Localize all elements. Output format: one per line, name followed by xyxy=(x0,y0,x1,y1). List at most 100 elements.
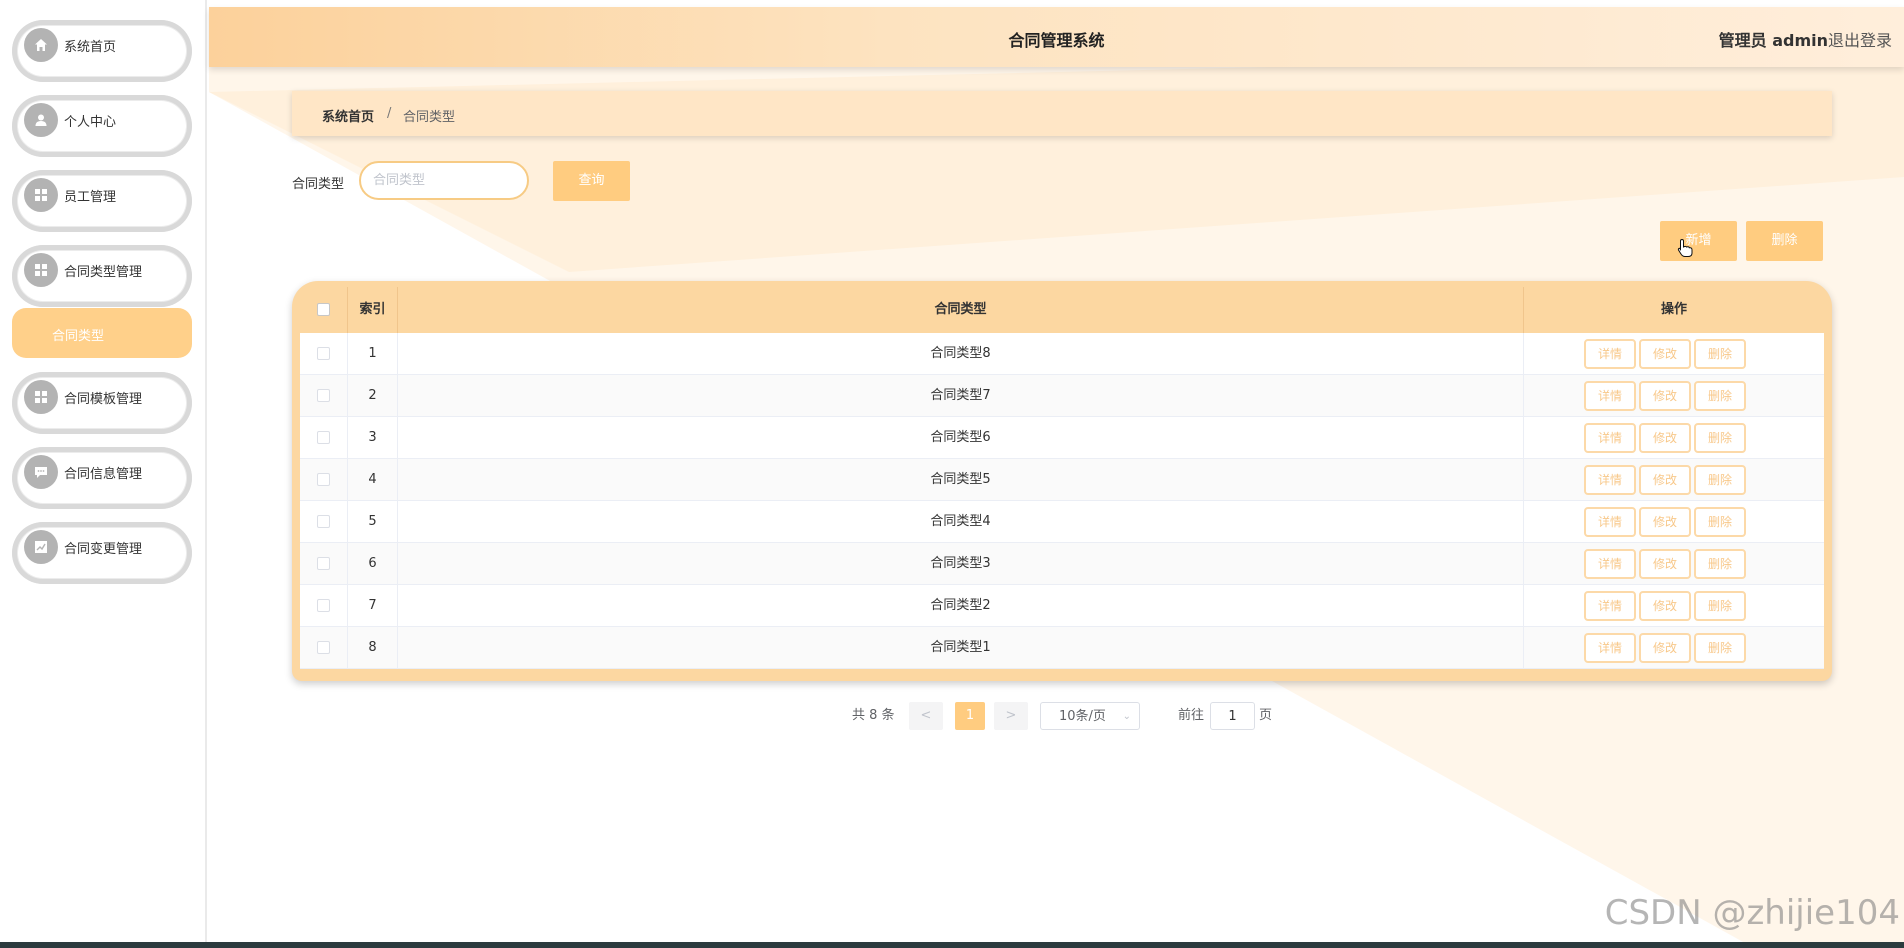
row-ops-cell: 详情 修改 删除 xyxy=(1524,501,1824,543)
grid-icon xyxy=(24,253,58,287)
edit-button[interactable]: 修改 xyxy=(1639,633,1691,663)
detail-button[interactable]: 详情 xyxy=(1584,549,1636,579)
sidebar-item-label: 员工管理 xyxy=(64,190,117,205)
sidebar-item-home[interactable]: 系统首页 xyxy=(12,20,192,82)
pagination-jump-input[interactable]: 1 xyxy=(1210,702,1255,730)
edit-button[interactable]: 修改 xyxy=(1639,507,1691,537)
row-contract-type: 合同类型3 xyxy=(398,543,1524,585)
row-delete-button[interactable]: 删除 xyxy=(1694,381,1746,411)
edit-button[interactable]: 修改 xyxy=(1639,591,1691,621)
row-contract-type: 合同类型4 xyxy=(398,501,1524,543)
row-checkbox[interactable] xyxy=(317,599,330,612)
data-table: 索引 合同类型 操作 1 合同类型8 详情 修改 删除 2 合同类型7 详情 修改 删除 3 合同类型… xyxy=(292,281,1832,681)
row-index: 1 xyxy=(348,333,398,375)
row-checkbox[interactable] xyxy=(317,515,330,528)
sidebar-item-contract-info-mgmt[interactable]: 合同信息管理 xyxy=(12,447,192,509)
row-contract-type: 合同类型6 xyxy=(398,417,1524,459)
query-button[interactable]: 查询 xyxy=(553,161,630,201)
row-select-cell xyxy=(300,417,348,459)
sidebar-item-staff[interactable]: 员工管理 xyxy=(12,170,192,232)
search-input[interactable] xyxy=(359,161,529,200)
row-checkbox[interactable] xyxy=(317,389,330,402)
row-index: 3 xyxy=(348,417,398,459)
sidebar-item-contract-change-mgmt[interactable]: 合同变更管理 xyxy=(12,522,192,584)
detail-button[interactable]: 详情 xyxy=(1584,381,1636,411)
app-title: 合同管理系统 xyxy=(1008,31,1105,50)
row-delete-button[interactable]: 删除 xyxy=(1694,465,1746,495)
edit-button[interactable]: 修改 xyxy=(1639,423,1691,453)
row-checkbox[interactable] xyxy=(317,557,330,570)
chart-icon xyxy=(24,530,58,564)
row-delete-button[interactable]: 删除 xyxy=(1694,423,1746,453)
row-delete-button[interactable]: 删除 xyxy=(1694,549,1746,579)
page-size-select[interactable]: 10条/页 ⌄ xyxy=(1040,702,1140,730)
row-index: 2 xyxy=(348,375,398,417)
row-select-cell xyxy=(300,543,348,585)
pagination-total: 共 8 条 xyxy=(852,708,895,723)
sidebar-item-label: 合同类型管理 xyxy=(64,265,143,280)
add-button[interactable]: 新增 xyxy=(1660,221,1737,261)
sidebar-item-contract-template-mgmt[interactable]: 合同模板管理 xyxy=(12,372,192,434)
breadcrumb-separator: / xyxy=(387,106,392,121)
edit-button[interactable]: 修改 xyxy=(1639,381,1691,411)
row-contract-type: 合同类型1 xyxy=(398,627,1524,669)
row-ops-cell: 详情 修改 删除 xyxy=(1524,417,1824,459)
grid-icon xyxy=(24,178,58,212)
row-checkbox[interactable] xyxy=(317,641,330,654)
row-checkbox[interactable] xyxy=(317,473,330,486)
watermark: CSDN @zhijie104 xyxy=(1604,893,1900,933)
row-checkbox[interactable] xyxy=(317,431,330,444)
edit-button[interactable]: 修改 xyxy=(1639,465,1691,495)
row-index: 5 xyxy=(348,501,398,543)
sidebar-item-label: 合同变更管理 xyxy=(64,542,143,557)
detail-button[interactable]: 详情 xyxy=(1584,507,1636,537)
row-contract-type: 合同类型5 xyxy=(398,459,1524,501)
sidebar-item-label: 合同信息管理 xyxy=(64,467,143,482)
page-size-value: 10条/页 xyxy=(1059,709,1106,724)
select-all-checkbox[interactable] xyxy=(317,303,330,316)
row-ops-cell: 详情 修改 删除 xyxy=(1524,543,1824,585)
logout-link[interactable]: 退出登录 xyxy=(1828,27,1892,51)
row-select-cell xyxy=(300,375,348,417)
detail-button[interactable]: 详情 xyxy=(1584,465,1636,495)
row-ops-cell: 详情 修改 删除 xyxy=(1524,585,1824,627)
row-index: 8 xyxy=(348,627,398,669)
row-index: 4 xyxy=(348,459,398,501)
row-checkbox[interactable] xyxy=(317,347,330,360)
row-ops-cell: 详情 修改 删除 xyxy=(1524,627,1824,669)
table-row: 6 合同类型3 详情 修改 删除 xyxy=(300,543,1824,585)
pagination-goto-label: 前往 xyxy=(1178,708,1205,723)
sidebar-subitem-contract-type[interactable]: 合同类型 xyxy=(12,308,192,358)
chat-icon xyxy=(24,455,58,489)
detail-button[interactable]: 详情 xyxy=(1584,423,1636,453)
table-row: 4 合同类型5 详情 修改 删除 xyxy=(300,459,1824,501)
row-select-cell xyxy=(300,585,348,627)
pagination-prev-button[interactable]: < xyxy=(909,702,943,730)
row-ops-cell: 详情 修改 删除 xyxy=(1524,375,1824,417)
pagination-next-button[interactable]: > xyxy=(994,702,1028,730)
row-delete-button[interactable]: 删除 xyxy=(1694,591,1746,621)
detail-button[interactable]: 详情 xyxy=(1584,339,1636,369)
row-delete-button[interactable]: 删除 xyxy=(1694,339,1746,369)
detail-button[interactable]: 详情 xyxy=(1584,633,1636,663)
row-delete-button[interactable]: 删除 xyxy=(1694,633,1746,663)
table-row: 7 合同类型2 详情 修改 删除 xyxy=(300,585,1824,627)
edit-button[interactable]: 修改 xyxy=(1639,549,1691,579)
table-body: 1 合同类型8 详情 修改 删除 2 合同类型7 详情 修改 删除 3 合同类型6 详情 修改 删除 4 合同类… xyxy=(300,333,1824,669)
column-header-index: 索引 xyxy=(348,287,398,333)
row-delete-button[interactable]: 删除 xyxy=(1694,507,1746,537)
sidebar-item-contract-type-mgmt[interactable]: 合同类型管理 xyxy=(12,245,192,307)
detail-button[interactable]: 详情 xyxy=(1584,591,1636,621)
table-row: 2 合同类型7 详情 修改 删除 xyxy=(300,375,1824,417)
select-all-cell xyxy=(300,287,348,333)
row-index: 6 xyxy=(348,543,398,585)
delete-button[interactable]: 删除 xyxy=(1746,221,1823,261)
chevron-down-icon: ⌄ xyxy=(1122,711,1131,722)
sidebar-item-profile[interactable]: 个人中心 xyxy=(12,95,192,157)
hand-cursor-icon xyxy=(1677,238,1693,257)
sidebar-item-label: 合同模板管理 xyxy=(64,392,143,407)
breadcrumb-home[interactable]: 系统首页 xyxy=(322,106,374,125)
pagination-page-1[interactable]: 1 xyxy=(955,702,985,730)
row-contract-type: 合同类型8 xyxy=(398,333,1524,375)
edit-button[interactable]: 修改 xyxy=(1639,339,1691,369)
